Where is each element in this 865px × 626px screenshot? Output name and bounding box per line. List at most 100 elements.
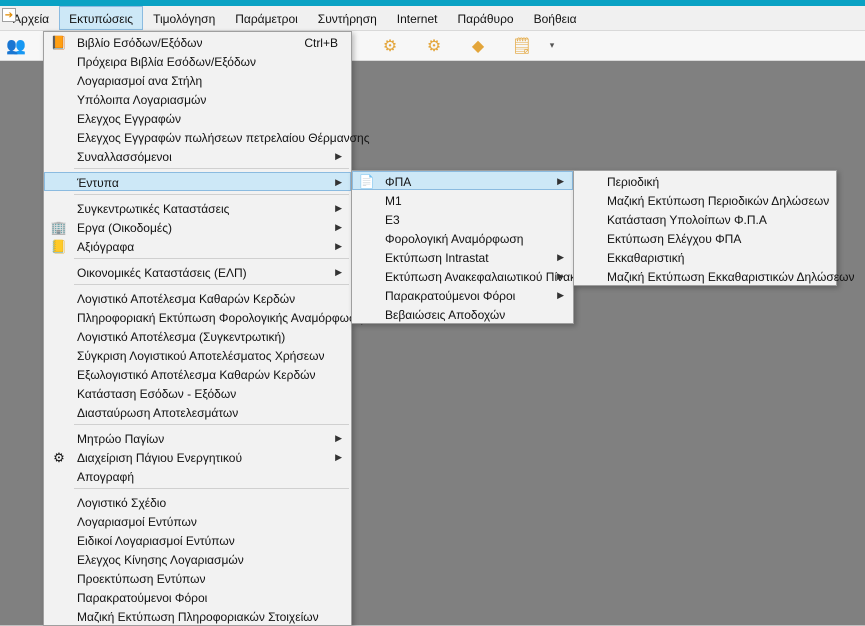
chevron-right-icon: ▶ <box>335 239 342 253</box>
menu1-item-18[interactable]: Λογιστικό Αποτέλεσμα (Συγκεντρωτική) <box>44 326 351 345</box>
menu3-item-2[interactable]: Κατάσταση Υπολοίπων Φ.Π.Α <box>574 209 836 228</box>
dropdown-arrow-icon[interactable]: ▾ <box>542 36 562 56</box>
menu1-item-5[interactable]: Ελεγχος Εγγραφών πωλήσεων πετρελαίου Θέρ… <box>44 127 351 146</box>
menu3-item-0[interactable]: Περιοδική <box>574 171 836 190</box>
menu-item-label: Αξιόγραφα <box>77 240 134 254</box>
menu1-item-6[interactable]: Συναλλασσόμενοι ▶ <box>44 146 351 165</box>
menu-item-label: ΦΠΑ <box>385 175 411 189</box>
menu-item-label: Εκτύπωση Intrastat <box>385 251 489 265</box>
menubar-item-3[interactable]: Παράμετροι <box>225 6 308 30</box>
menubar-item-4[interactable]: Συντήρηση <box>308 6 387 30</box>
menu-item-label: Πρόχειρα Βιβλία Εσόδων/Εξόδων <box>77 55 256 69</box>
menu2-item-0[interactable]: 📄ΦΠΑ▶ <box>352 171 573 190</box>
menu-separator <box>74 488 349 489</box>
menu1-item-10[interactable]: Συγκεντρωτικές Καταστάσεις▶ <box>44 198 351 217</box>
menu1-item-26[interactable]: Απογραφή <box>44 466 351 485</box>
menubar-item-5[interactable]: Internet <box>387 6 448 30</box>
menu-item-label: Μαζική Εκτύπωση Πληροφοριακών Στοιχείων <box>77 610 319 624</box>
menu3-item-3[interactable]: Εκτύπωση Ελέγχου ΦΠΑ <box>574 228 836 247</box>
menubar: ΑρχείαΕκτυπώσειςΤιμολόγησηΠαράμετροιΣυντ… <box>0 6 865 31</box>
menubar-item-1[interactable]: Εκτυπώσεις <box>59 6 143 30</box>
menu1-item-0[interactable]: 📙Βιβλίο Εσόδων/ΕξόδωνCtrl+B <box>44 32 351 51</box>
menu-item-label: Ειδικοί Λογαριασμοί Εντύπων <box>77 534 235 548</box>
menu1-item-16[interactable]: Λογιστικό Αποτέλεσμα Καθαρών Κερδών <box>44 288 351 307</box>
gears-icon[interactable]: ⚙ <box>380 36 400 56</box>
menu1-item-25[interactable]: ⚙Διαχείριση Πάγιου Ενεργητικού▶ <box>44 447 351 466</box>
menu1-item-20[interactable]: Εξωλογιστικό Αποτέλεσμα Καθαρών Κερδών <box>44 364 351 383</box>
menu-separator <box>74 168 349 169</box>
menu1-item-8[interactable]: Έντυπα ▶ <box>44 172 351 191</box>
menu1-item-2[interactable]: Λογαριασμοί ανα Στήλη <box>44 70 351 89</box>
menu1-item-12[interactable]: 📒Αξιόγραφα▶ <box>44 236 351 255</box>
menu1-item-21[interactable]: Κατάσταση Εσόδων - Εξόδων <box>44 383 351 402</box>
chevron-right-icon: ▶ <box>335 265 342 279</box>
menu1-item-34[interactable]: Μαζική Εκτύπωση Πληροφοριακών Στοιχείων <box>44 606 351 625</box>
menu-item-label: Υπόλοιπα Λογαριασμών <box>77 93 206 107</box>
menu2-item-4[interactable]: Εκτύπωση Intrastat ▶ <box>352 247 573 266</box>
menu-item-label: Εργα (Οικοδομές) <box>77 221 172 235</box>
menu2-item-3[interactable]: Φορολογική Αναμόρφωση <box>352 228 573 247</box>
book-help-icon[interactable]: ◆ <box>468 36 488 56</box>
doc-icon: 📄 <box>359 174 375 190</box>
menu2-item-2[interactable]: Ε3 <box>352 209 573 228</box>
chevron-right-icon: ▶ <box>335 149 342 163</box>
menu1-item-4[interactable]: Ελεγχος Εγγραφών <box>44 108 351 127</box>
menu1-item-32[interactable]: Προεκτύπωση Εντύπων <box>44 568 351 587</box>
chevron-right-icon: ▶ <box>557 269 564 283</box>
menu1-item-3[interactable]: Υπόλοιπα Λογαριασμών <box>44 89 351 108</box>
menu-item-label: Διαχείριση Πάγιου Ενεργητικού <box>77 451 242 465</box>
menu-item-label: Μ1 <box>385 194 402 208</box>
menu1-item-31[interactable]: Ελεγχος Κίνησης Λογαριασμών <box>44 549 351 568</box>
menu1-item-29[interactable]: Λογαριασμοί Εντύπων <box>44 511 351 530</box>
menu1-item-19[interactable]: Σύγκριση Λογιστικού Αποτελέσματος Χρήσεω… <box>44 345 351 364</box>
menu-item-label: Λογαριασμοί ανα Στήλη <box>77 74 202 88</box>
menubar-item-7[interactable]: Βοήθεια <box>524 6 587 30</box>
menu3-item-5[interactable]: Μαζική Εκτύπωση Εκκαθαριστικών Δηλώσεων <box>574 266 836 285</box>
menu1-item-1[interactable]: Πρόχειρα Βιβλία Εσόδων/Εξόδων <box>44 51 351 70</box>
menu1-item-33[interactable]: Παρακρατούμενοι Φόροι <box>44 587 351 606</box>
chevron-right-icon: ▶ <box>335 175 342 189</box>
menu-item-label: Μαζική Εκτύπωση Εκκαθαριστικών Δηλώσεων <box>607 270 855 284</box>
menu1-item-22[interactable]: Διασταύρωση Αποτελεσμάτων <box>44 402 351 421</box>
chevron-right-icon: ▶ <box>335 450 342 464</box>
menu1-item-24[interactable]: Μητρώο Παγίων▶ <box>44 428 351 447</box>
menubar-item-6[interactable]: Παράθυρο <box>447 6 523 30</box>
menu-item-label: Εξωλογιστικό Αποτέλεσμα Καθαρών Κερδών <box>77 368 316 382</box>
book-icon: 📙 <box>51 35 67 51</box>
app-icon: ➔ <box>2 8 16 22</box>
menu2-item-1[interactable]: Μ1 <box>352 190 573 209</box>
menu2-item-5[interactable]: Εκτύπωση Ανακεφαλαιωτικού Πίνακα▶ <box>352 266 573 285</box>
menu-ektyposeis: 📙Βιβλίο Εσόδων/ΕξόδωνCtrl+B Πρόχειρα Βιβλ… <box>43 31 352 626</box>
menu-item-label: Βεβαιώσεις Αποδοχών <box>385 308 505 322</box>
menu-item-label: Έντυπα <box>77 176 119 190</box>
menu2-item-6[interactable]: Παρακρατούμενοι Φόροι▶ <box>352 285 573 304</box>
menu1-item-11[interactable]: 🏢Εργα (Οικοδομές)▶ <box>44 217 351 236</box>
menu1-item-28[interactable]: Λογιστικό Σχέδιο <box>44 492 351 511</box>
chevron-right-icon: ▶ <box>335 201 342 215</box>
submenu-fpa: ΠεριοδικήΜαζική Εκτύπωση Περιοδικών Δηλώ… <box>573 170 837 286</box>
menu-item-label: Ελεγχος Εγγραφών <box>77 112 181 126</box>
menu3-item-4[interactable]: Εκκαθαριστική <box>574 247 836 266</box>
chevron-right-icon: ▶ <box>557 250 564 264</box>
menu-separator <box>74 284 349 285</box>
menu-item-label: Οικονομικές Καταστάσεις (ΕΛΠ) <box>77 266 247 280</box>
menu1-item-14[interactable]: Οικονομικές Καταστάσεις (ΕΛΠ) ▶ <box>44 262 351 281</box>
notes-icon[interactable]: 🗒 <box>512 36 532 56</box>
gear-icon[interactable]: ⚙ <box>424 36 444 56</box>
menu-separator <box>74 258 349 259</box>
menu-shortcut: Ctrl+B <box>304 36 338 50</box>
users-icon[interactable]: 👥 <box>6 36 26 56</box>
menu-item-label: Περιοδική <box>607 175 659 189</box>
menu-item-label: Εκτύπωση Ανακεφαλαιωτικού Πίνακα <box>385 270 583 284</box>
menu-item-label: Συναλλασσόμενοι <box>77 150 172 164</box>
menu1-item-30[interactable]: Ειδικοί Λογαριασμοί Εντύπων <box>44 530 351 549</box>
menu2-item-7[interactable]: Βεβαιώσεις Αποδοχών <box>352 304 573 323</box>
menu3-item-1[interactable]: Μαζική Εκτύπωση Περιοδικών Δηλώσεων <box>574 190 836 209</box>
menu-item-label: Κατάσταση Εσόδων - Εξόδων <box>77 387 236 401</box>
menubar-item-2[interactable]: Τιμολόγηση <box>143 6 225 30</box>
menu-item-label: Παρακρατούμενοι Φόροι <box>385 289 515 303</box>
menu-item-label: Ελεγχος Εγγραφών πωλήσεων πετρελαίου Θέρ… <box>77 131 370 145</box>
menu-item-label: Μητρώο Παγίων <box>77 432 164 446</box>
menu-item-label: Κατάσταση Υπολοίπων Φ.Π.Α <box>607 213 767 227</box>
menu1-item-17[interactable]: Πληροφοριακή Εκτύπωση Φορολογικής Αναμόρ… <box>44 307 351 326</box>
